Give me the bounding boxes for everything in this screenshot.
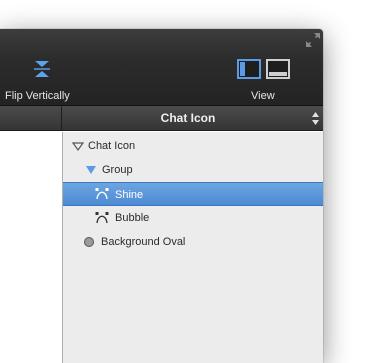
layer-label: Bubble <box>115 212 150 224</box>
layer-row-chat-icon[interactable]: Chat Icon <box>63 134 323 158</box>
view-layout-icon <box>237 59 290 79</box>
vector-path-icon <box>95 212 109 224</box>
canvas[interactable] <box>0 132 62 363</box>
fullscreen-expand-icon[interactable] <box>305 32 321 48</box>
layer-row-group[interactable]: Group <box>63 158 323 182</box>
app-window: Flip Vertically View Chat Icon Chat Icon… <box>0 29 323 363</box>
layer-row-bubble[interactable]: Bubble <box>63 206 323 230</box>
view-label: View <box>251 90 275 102</box>
inspector-title: Chat Icon <box>160 111 216 125</box>
layer-label: Background Oval <box>101 236 186 248</box>
view-button[interactable]: View <box>232 57 296 103</box>
selector-stepper-icon[interactable] <box>312 112 319 125</box>
flip-vertically-icon <box>34 61 50 77</box>
inspector-header: Chat Icon <box>0 106 323 131</box>
vector-path-icon <box>95 188 109 200</box>
layer-label: Group <box>102 164 133 176</box>
canvas-header <box>0 106 62 131</box>
disclosure-triangle-down-icon[interactable] <box>71 139 85 153</box>
layer-label: Shine <box>115 189 144 201</box>
layer-label: Chat Icon <box>88 140 136 152</box>
layers-panel: Chat Icon Group Shine Bubble Background … <box>62 132 323 363</box>
toolbar: Flip Vertically View <box>0 29 323 106</box>
flip-vertically-label: Flip Vertically <box>5 90 70 102</box>
layer-row-shine[interactable]: Shine <box>63 182 323 206</box>
layer-row-background-oval[interactable]: Background Oval <box>63 230 323 254</box>
group-folder-icon[interactable] <box>84 163 98 177</box>
oval-shape-icon <box>84 237 94 247</box>
flip-vertically-button[interactable]: Flip Vertically <box>2 57 80 103</box>
